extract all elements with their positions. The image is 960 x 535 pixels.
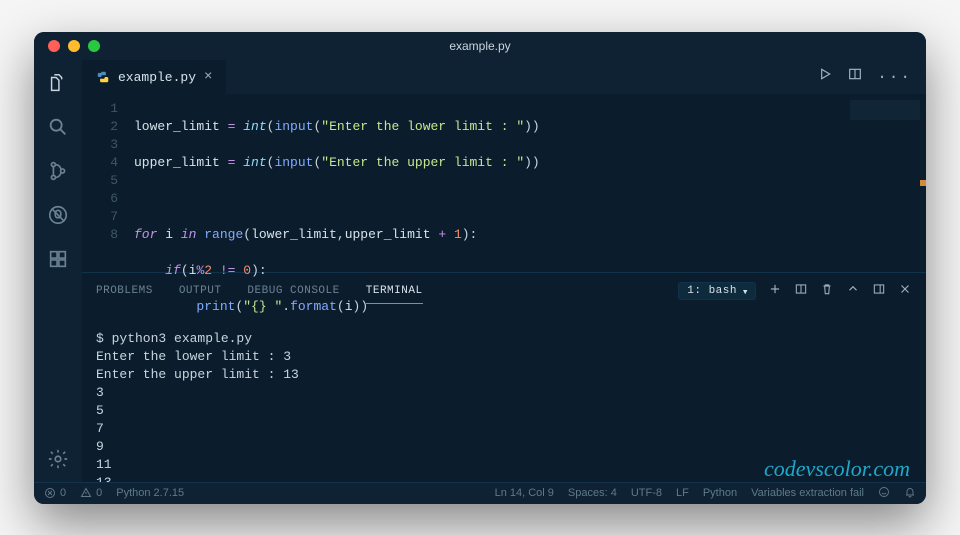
status-eol[interactable]: LF xyxy=(676,487,689,499)
explorer-icon[interactable] xyxy=(45,70,71,96)
status-cursor-pos[interactable]: Ln 14, Col 9 xyxy=(495,487,554,499)
window-title: example.py xyxy=(34,39,926,53)
activity-bar xyxy=(34,60,82,482)
more-actions-icon[interactable]: ··· xyxy=(877,68,912,86)
status-language[interactable]: Python xyxy=(703,487,737,499)
titlebar: example.py xyxy=(34,32,926,60)
minimap[interactable] xyxy=(850,100,920,140)
tab-example-py[interactable]: example.py × xyxy=(82,60,226,94)
python-file-icon xyxy=(96,70,110,84)
notifications-bell-icon[interactable] xyxy=(904,486,916,501)
feedback-smiley-icon[interactable] xyxy=(878,486,890,501)
overview-ruler-marker xyxy=(920,180,926,186)
status-indent[interactable]: Spaces: 4 xyxy=(568,487,617,499)
run-icon[interactable] xyxy=(817,66,833,87)
code-content[interactable]: lower_limit = int(input("Enter the lower… xyxy=(134,100,926,272)
tab-close-icon[interactable]: × xyxy=(204,70,212,84)
search-icon[interactable] xyxy=(45,114,71,140)
watermark-text: codevscolor.com xyxy=(764,460,910,478)
status-warnings[interactable]: 0 xyxy=(80,487,102,499)
editor-window: example.py xyxy=(34,32,926,504)
status-message[interactable]: Variables extraction fail xyxy=(751,487,864,499)
terminal-selector[interactable]: 1: bash ▾ xyxy=(678,282,756,300)
split-editor-icon[interactable] xyxy=(847,66,863,87)
editor-tabs: example.py × ··· xyxy=(82,60,926,94)
tab-label: example.py xyxy=(118,70,196,85)
status-python-version[interactable]: Python 2.7.15 xyxy=(116,487,184,499)
source-control-icon[interactable] xyxy=(45,158,71,184)
status-bar: 0 0 Python 2.7.15 Ln 14, Col 9 Spaces: 4… xyxy=(34,482,926,504)
terminal-output[interactable]: $ python3 example.py Enter the lower lim… xyxy=(82,304,926,482)
status-errors[interactable]: 0 xyxy=(44,487,66,499)
bottom-panel: PROBLEMS OUTPUT DEBUG CONSOLE TERMINAL 1… xyxy=(82,272,926,482)
settings-gear-icon[interactable] xyxy=(45,446,71,472)
editor-actions: ··· xyxy=(817,60,926,94)
extensions-icon[interactable] xyxy=(45,246,71,272)
main-column: example.py × ··· 1 2 3 xyxy=(82,60,926,482)
debug-icon[interactable] xyxy=(45,202,71,228)
code-editor[interactable]: 1 2 3 4 5 6 7 8 lower_limit = int(input(… xyxy=(82,94,926,272)
status-encoding[interactable]: UTF-8 xyxy=(631,487,662,499)
line-gutter: 1 2 3 4 5 6 7 8 xyxy=(82,100,134,272)
window-body: example.py × ··· 1 2 3 xyxy=(34,60,926,482)
